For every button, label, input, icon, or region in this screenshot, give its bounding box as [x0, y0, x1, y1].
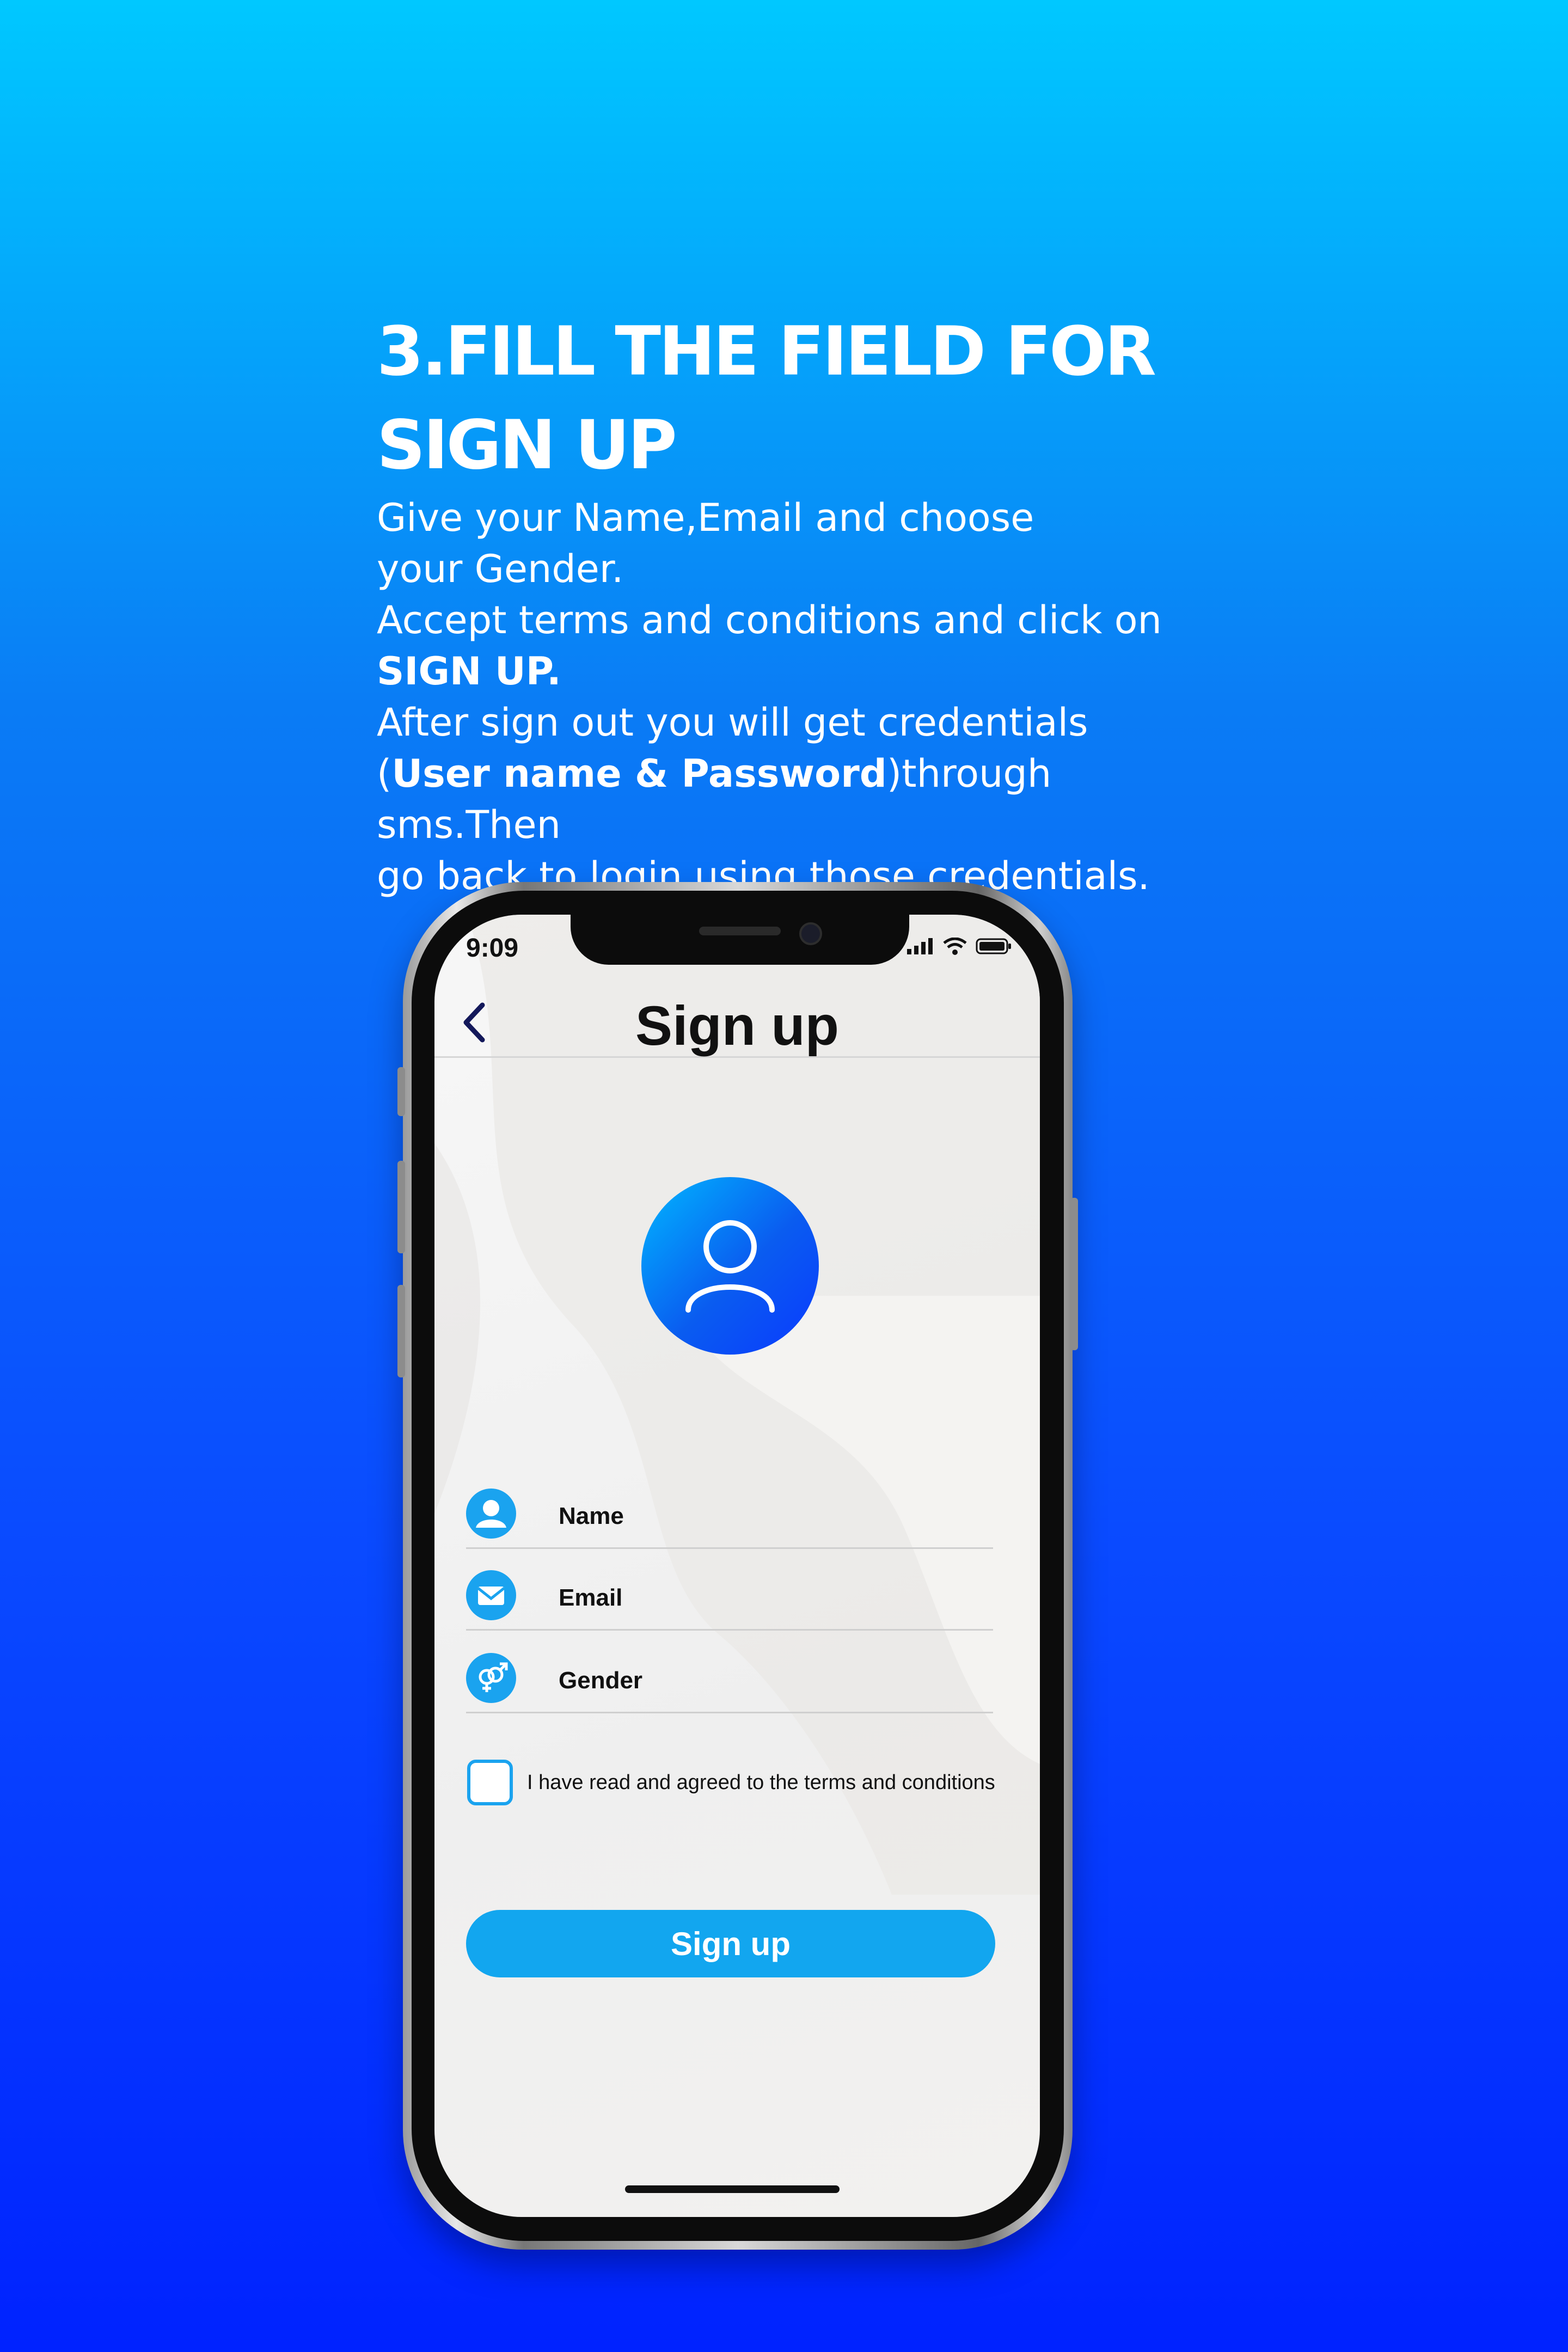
signal-icon: [907, 938, 933, 954]
headline-line-1: 3.FILL THE FIELD FOR: [377, 313, 1156, 391]
power-button: [1070, 1198, 1078, 1350]
promo-text: 3.FILL THE FIELD FOR SIGN UP Give your N…: [377, 305, 1226, 902]
name-field-label: Name: [559, 1503, 624, 1529]
phone-mockup: 9:09 Sign up Name Email Gender I have re…: [397, 882, 1078, 2250]
terms-label: I have read and agreed to the terms and …: [527, 1771, 995, 1794]
description: Give your Name,Email and choose your Gen…: [377, 492, 1226, 902]
app-header: Sign up: [434, 969, 1040, 1058]
envelope-icon: [477, 1587, 505, 1605]
sign-up-button[interactable]: Sign up: [466, 1910, 995, 1977]
headline: 3.FILL THE FIELD FOR SIGN UP: [377, 305, 1226, 492]
notch: [571, 915, 909, 965]
status-time: 9:09: [466, 934, 519, 963]
gender-field[interactable]: Gender: [466, 1634, 993, 1713]
gender-icon: [479, 1662, 508, 1692]
wifi-icon: [943, 938, 967, 955]
field-icon-wrap: [466, 1653, 516, 1703]
volume-up-button: [397, 1161, 405, 1253]
field-icon-wrap: [466, 1489, 516, 1539]
desc-line-6-bold: User name & Password: [391, 751, 887, 796]
desc-line-4: SIGN UP.: [377, 649, 561, 694]
gender-field-label: Gender: [559, 1667, 643, 1694]
desc-line-2: your Gender.: [377, 547, 624, 591]
person-icon: [476, 1500, 506, 1528]
speaker: [699, 927, 781, 935]
battery-icon: [976, 938, 1011, 954]
avatar-upload[interactable]: [641, 1177, 819, 1355]
page-title: Sign up: [635, 995, 839, 1057]
home-indicator: [625, 2185, 840, 2193]
front-camera: [799, 922, 822, 945]
mute-switch: [397, 1067, 405, 1116]
email-field[interactable]: Email: [466, 1552, 993, 1631]
terms-checkbox[interactable]: [467, 1760, 513, 1805]
volume-down-button: [397, 1285, 405, 1377]
desc-line-5: After sign out you will get credentials: [377, 700, 1088, 745]
headline-line-2: SIGN UP: [377, 406, 677, 485]
desc-line-6-open: (: [377, 751, 392, 796]
name-field[interactable]: Name: [466, 1470, 993, 1549]
user-icon: [685, 1220, 775, 1313]
status-icons: [907, 938, 1012, 955]
field-icon-wrap: [466, 1570, 516, 1620]
desc-line-1: Give your Name,Email and choose: [377, 495, 1034, 540]
app-screen: 9:09 Sign up Name Email Gender I have re…: [434, 915, 1040, 2217]
desc-line-3: Accept terms and conditions and click on: [377, 598, 1162, 642]
email-field-label: Email: [559, 1584, 623, 1611]
